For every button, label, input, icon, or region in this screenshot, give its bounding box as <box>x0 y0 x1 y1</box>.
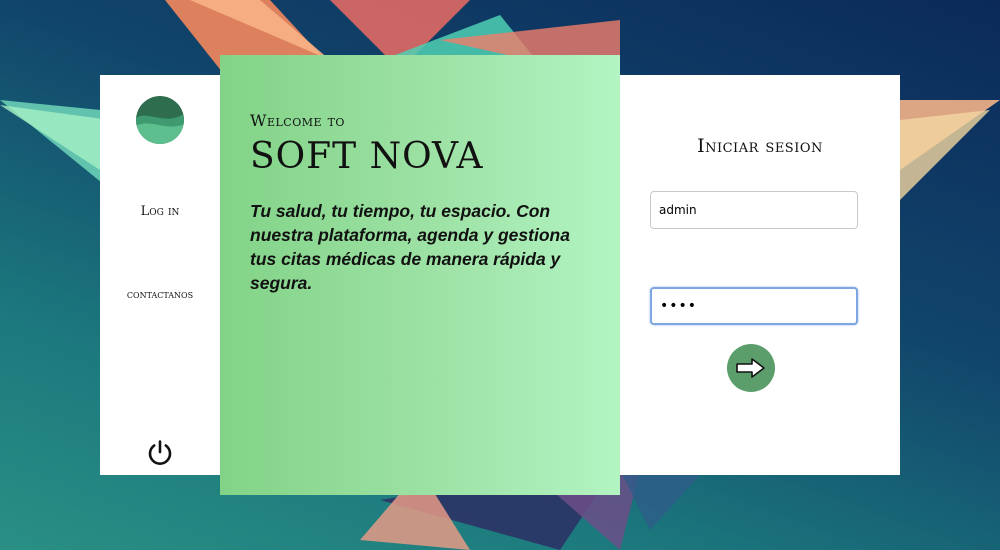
sidebar: Log in contactanos <box>100 75 220 475</box>
welcome-label: Welcome to <box>250 111 345 130</box>
arrow-right-icon <box>736 358 765 378</box>
app-title: SOFT NOVA <box>250 136 484 177</box>
username-input[interactable] <box>650 191 858 229</box>
tagline-text: Tu salud, tu tiempo, tu espacio. Con nue… <box>250 201 570 293</box>
nav-login-link[interactable]: Log in <box>100 204 220 219</box>
login-panel: Iniciar sesion <box>620 75 900 475</box>
power-icon[interactable] <box>146 439 174 467</box>
nav-contact-link[interactable]: contactanos <box>100 287 220 301</box>
login-submit-button[interactable] <box>727 344 775 392</box>
welcome-hero-panel: Welcome to SOFT NOVA Tu salud, tu tiempo… <box>220 55 620 495</box>
wave-circle-logo-icon <box>136 96 184 144</box>
password-input[interactable] <box>650 287 858 325</box>
login-title: Iniciar sesion <box>697 135 823 157</box>
